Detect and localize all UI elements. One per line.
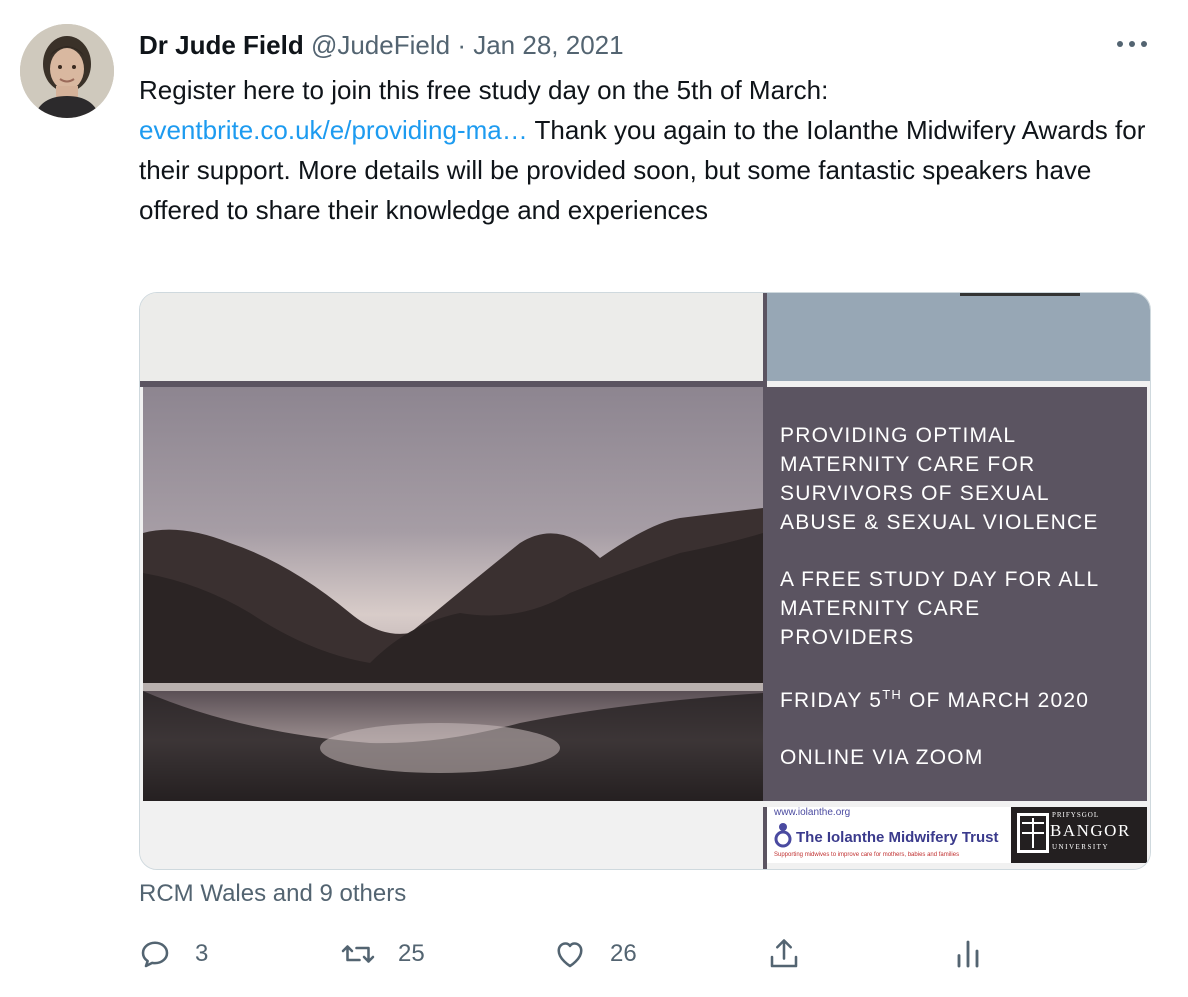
tweet-media-image[interactable]: PROVIDING OPTIMAL MATERNITY CARE FOR SUR…: [139, 292, 1151, 870]
author-avatar[interactable]: [20, 24, 114, 118]
tweet-text-intro: Register here to join this free study da…: [139, 75, 829, 105]
poster-date-prefix: FRIDAY 5: [780, 689, 883, 712]
poster-title: PROVIDING OPTIMAL MATERNITY CARE FOR SUR…: [780, 421, 1140, 537]
eventbrite-link[interactable]: eventbrite.co.uk/e/providing-ma…: [139, 115, 528, 145]
reply-count: 3: [195, 940, 209, 967]
tweet-date[interactable]: Jan 28, 2021: [473, 30, 623, 60]
more-options-button[interactable]: [1112, 30, 1152, 58]
poster-title-line: SURVIVORS OF SEXUAL: [780, 482, 1050, 505]
poster-title-line: PROVIDING OPTIMAL: [780, 424, 1017, 447]
author-handle[interactable]: @JudeField: [311, 30, 450, 60]
retweet-count: 25: [398, 940, 425, 967]
poster-title-line: MATERNITY CARE FOR: [780, 453, 1036, 476]
share-button[interactable]: [766, 932, 802, 976]
bangor-name: BANGOR: [1050, 821, 1131, 840]
poster-subtitle-line: MATERNITY CARE: [780, 597, 981, 620]
analytics-icon: [957, 940, 979, 968]
reply-icon: [141, 941, 169, 968]
bangor-top: PRIFYSGOL: [1052, 811, 1100, 819]
tweet-text: Register here to join this free study da…: [139, 70, 1149, 230]
poster-title-line: ABUSE & SEXUAL VIOLENCE: [780, 511, 1099, 534]
iolanthe-name: The Iolanthe Midwifery Trust: [796, 829, 999, 846]
retweet-button[interactable]: 25: [340, 932, 425, 976]
share-icon: [770, 939, 798, 968]
header-separator: ·: [457, 30, 466, 60]
more-horizontal-icon: [1117, 41, 1147, 47]
poster-subtitle: A FREE STUDY DAY FOR ALL MATERNITY CARE …: [780, 565, 1140, 652]
poster-date-sup: TH: [882, 687, 902, 702]
liked-by-line[interactable]: RCM Wales and 9 others: [139, 878, 406, 910]
heart-icon: [557, 942, 583, 968]
like-count: 26: [610, 940, 637, 967]
bangor-bottom: UNIVERSITY: [1052, 843, 1109, 851]
poster-venue: ONLINE VIA ZOOM: [780, 746, 984, 769]
poster-subtitle-line: A FREE STUDY DAY FOR ALL: [780, 568, 1100, 591]
retweet-icon: [341, 945, 375, 963]
poster-date-suffix: OF MARCH 2020: [901, 689, 1090, 712]
landscape-photo: [143, 387, 763, 801]
poster-subtitle-line: PROVIDERS: [780, 626, 915, 649]
author-name[interactable]: Dr Jude Field: [139, 30, 304, 60]
bangor-crest-icon: [1017, 813, 1049, 853]
poster-text-panel: PROVIDING OPTIMAL MATERNITY CARE FOR SUR…: [780, 421, 1140, 772]
tweet-header: Dr Jude Field @JudeField · Jan 28, 2021: [139, 28, 624, 62]
iolanthe-url: www.iolanthe.org: [774, 807, 851, 818]
poster-date: FRIDAY 5TH OF MARCH 2020: [780, 680, 1140, 715]
avatar-image: [20, 24, 114, 118]
reply-button[interactable]: 3: [137, 932, 208, 976]
iolanthe-tagline: Supporting midwives to improve care for …: [774, 852, 960, 858]
like-button[interactable]: 26: [552, 932, 637, 976]
analytics-button[interactable]: [950, 932, 986, 976]
